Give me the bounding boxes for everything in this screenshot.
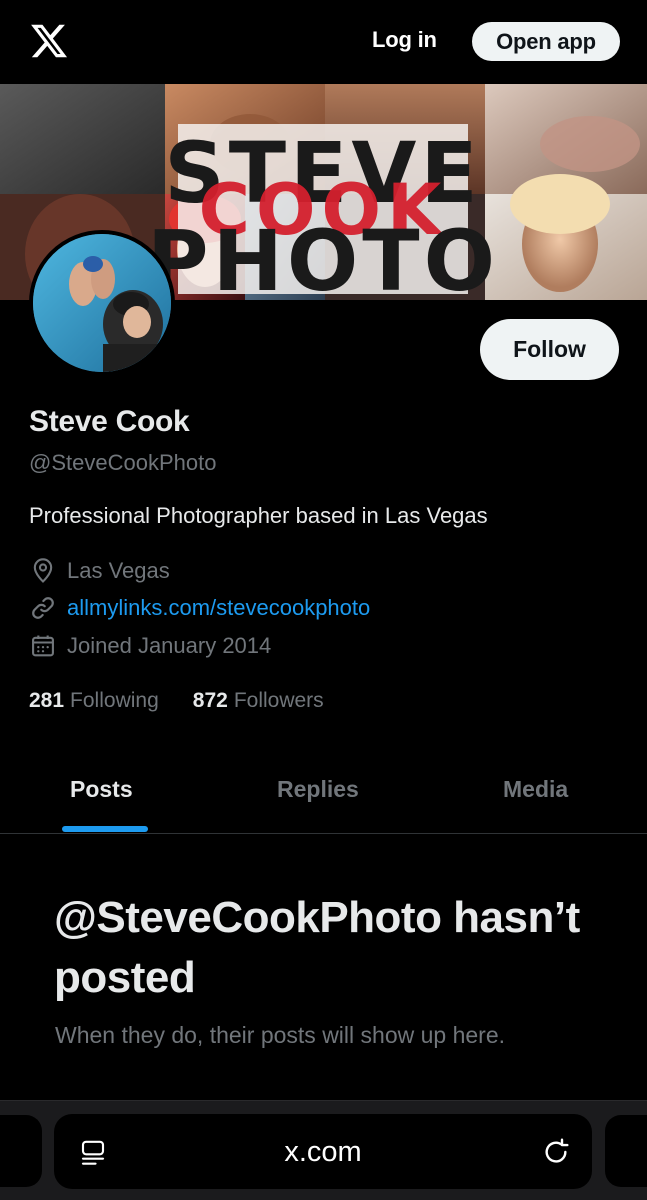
location-text: Las Vegas: [67, 558, 170, 583]
reload-icon[interactable]: [540, 1136, 572, 1168]
tab-media[interactable]: Media: [503, 776, 568, 803]
followers-stat[interactable]: 872 Followers: [193, 689, 324, 713]
top-bar: Log in Open app: [0, 0, 647, 84]
website-row[interactable]: allmylinks.com/stevecookphoto: [29, 593, 370, 623]
active-tab-indicator: [62, 826, 148, 832]
follow-button[interactable]: Follow: [480, 319, 619, 380]
url-text: x.com: [284, 1136, 362, 1168]
x-logo-icon[interactable]: [27, 21, 71, 61]
profile-tabs: Posts Replies Media: [0, 756, 647, 834]
banner-line2: PHOTO: [147, 212, 499, 300]
link-icon: [32, 597, 54, 619]
followers-label: Followers: [233, 689, 324, 712]
avatar-image: [33, 234, 171, 372]
location-pin-icon: [33, 558, 53, 583]
joined-text: Joined January 2014: [67, 633, 272, 658]
calendar-icon: [32, 635, 54, 657]
empty-state-subtitle: When they do, their posts will show up h…: [55, 1022, 506, 1048]
following-stat[interactable]: 281 Following: [29, 689, 159, 713]
next-tab[interactable]: [605, 1115, 647, 1187]
followers-count: 872: [192, 689, 228, 712]
follow-stats: 281 Following 872 Followers: [29, 689, 358, 713]
browser-toolbar: x.com: [0, 1100, 647, 1200]
joined-row: Joined January 2014: [29, 631, 271, 661]
following-label: Following: [70, 689, 159, 712]
website-link[interactable]: allmylinks.com/stevecookphoto: [67, 595, 370, 621]
empty-state-title: @SteveCookPhoto hasn’t posted: [54, 893, 580, 1002]
profile-bio: Professional Photographer based in Las V…: [29, 503, 488, 528]
tab-replies[interactable]: Replies: [277, 776, 359, 803]
address-bar[interactable]: x.com: [54, 1114, 592, 1189]
profile-name: Steve Cook: [29, 405, 190, 438]
login-link[interactable]: Log in: [372, 27, 437, 53]
open-app-button[interactable]: Open app: [472, 22, 620, 61]
previous-tab[interactable]: [0, 1115, 42, 1187]
location-row: Las Vegas: [29, 556, 170, 586]
following-count: 281: [29, 689, 65, 712]
profile-handle: @SteveCookPhoto: [29, 450, 217, 475]
tab-posts[interactable]: Posts: [70, 776, 133, 803]
avatar[interactable]: [29, 230, 175, 376]
